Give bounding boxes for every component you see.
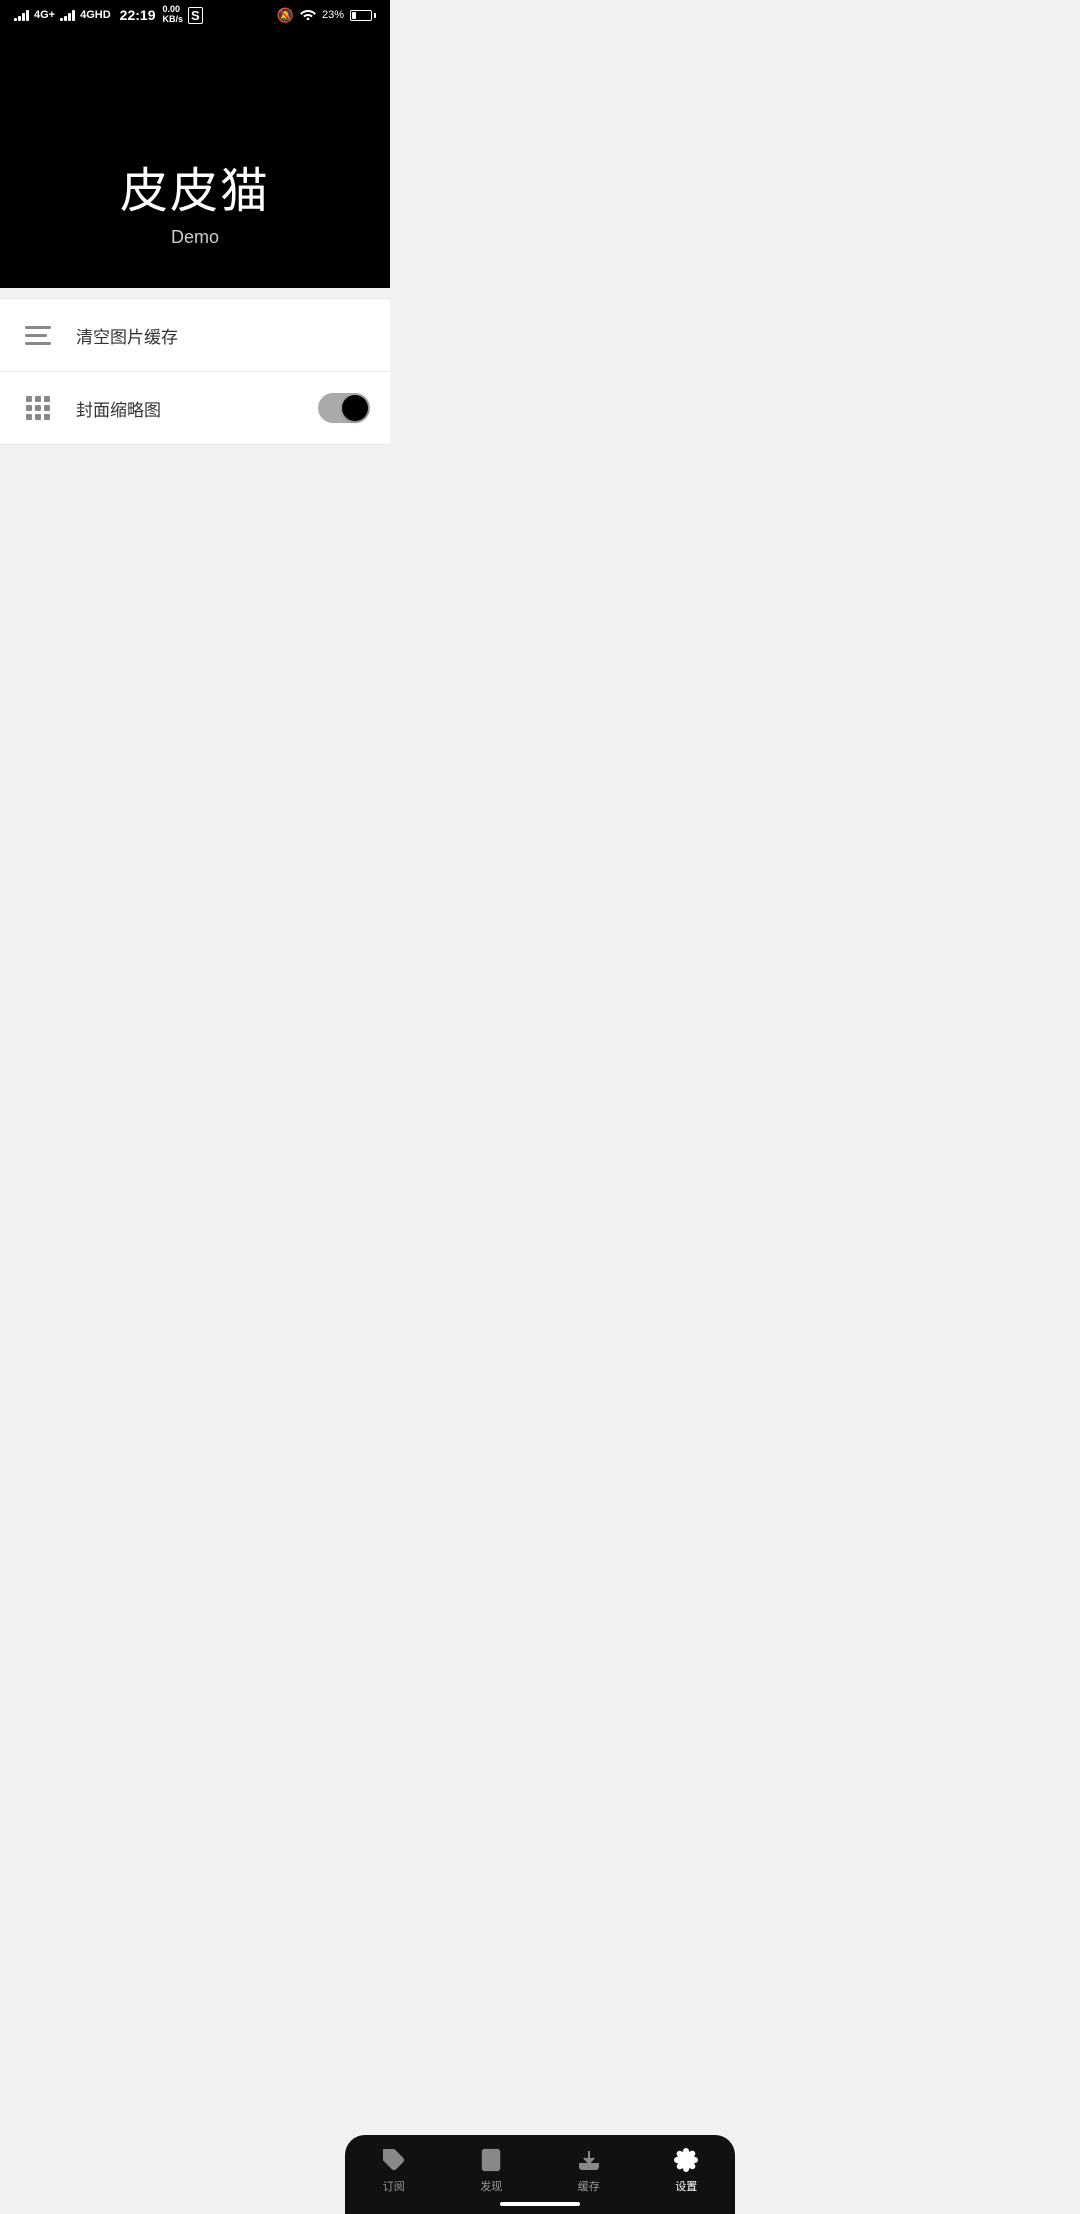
bookmark-icon [478, 2147, 504, 2173]
nav-item-subscribe[interactable]: 订阅 [345, 2147, 443, 2194]
home-indicator [500, 2202, 580, 2206]
cover-thumbnail-toggle[interactable] [318, 393, 370, 423]
wifi-icon [300, 8, 316, 23]
settings-list: 清空图片缓存 封面缩略图 [0, 298, 390, 445]
mute-icon: 🔕 [277, 7, 294, 24]
network-type-1: 4G+ [34, 9, 55, 21]
cover-thumbnail-icon [20, 390, 56, 426]
nav-label-discover: 发现 [480, 2178, 502, 2194]
main-content: 清空图片缓存 封面缩略图 [0, 298, 390, 555]
app-subtitle: Demo [171, 227, 219, 248]
s-icon: S [188, 7, 203, 24]
download-icon [576, 2147, 602, 2173]
clear-cache-label: 清空图片缓存 [76, 323, 370, 348]
bottom-nav: 订阅 发现 缓存 设置 [345, 2135, 735, 2214]
settings-item-clear-cache[interactable]: 清空图片缓存 [0, 298, 390, 372]
cover-thumbnail-label: 封面缩略图 [76, 396, 318, 421]
nav-label-subscribe: 订阅 [383, 2178, 405, 2194]
gear-icon [673, 2147, 699, 2173]
settings-item-cover-thumbnail: 封面缩略图 [0, 372, 390, 445]
toggle-thumb [342, 395, 368, 421]
time: 22:19 [120, 7, 156, 23]
nav-item-discover[interactable]: 发现 [443, 2147, 541, 2194]
network-type-2: 4GHD [80, 9, 111, 21]
signal-icon-1 [14, 9, 29, 21]
tag-icon [381, 2147, 407, 2173]
clear-cache-icon [20, 317, 56, 353]
hamburger-icon [25, 326, 51, 345]
nav-label-cache: 缓存 [578, 2178, 600, 2194]
grid-icon [26, 396, 50, 420]
nav-item-settings[interactable]: 设置 [638, 2147, 736, 2194]
status-right: 🔕 23% [277, 7, 376, 24]
battery-icon [350, 10, 376, 21]
status-bar: 4G+ 4GHD 22:19 0.00 KB/s S 🔕 23% [0, 0, 390, 28]
status-left: 4G+ 4GHD 22:19 0.00 KB/s S [14, 5, 203, 25]
network-speed: 0.00 KB/s [162, 5, 183, 25]
nav-item-cache[interactable]: 缓存 [540, 2147, 638, 2194]
signal-icon-2 [60, 9, 75, 21]
toggle-track [318, 393, 370, 423]
app-title: 皮皮猫 [120, 151, 270, 221]
hero-section: 皮皮猫 Demo [0, 28, 390, 288]
nav-label-settings: 设置 [675, 2178, 697, 2194]
battery-percent: 23% [322, 9, 344, 21]
